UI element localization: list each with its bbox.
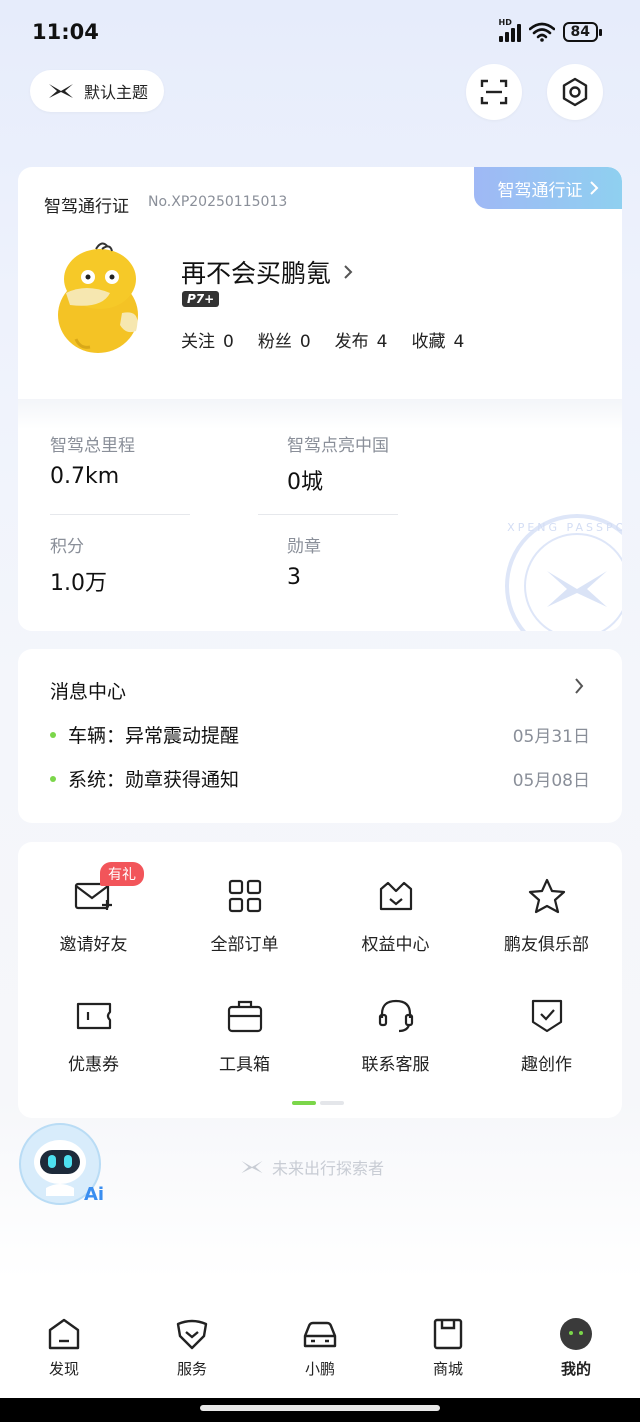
toolbox-button[interactable]: 工具箱 (169, 994, 320, 1075)
metric-cities[interactable]: 智驾点亮中国 0城 (287, 431, 389, 496)
page-indicator (292, 1101, 344, 1105)
services-grid-card: 邀请好友 全部订单 权益中心 鹏友俱乐部 有礼 优惠券 工具箱 联系客服 趣创作 (18, 842, 622, 1118)
nickname-link[interactable]: 再不会买鹏氪 (181, 254, 353, 290)
ai-label: Ai (84, 1184, 105, 1205)
invite-friends-button[interactable]: 邀请好友 (18, 874, 169, 955)
unread-dot (50, 731, 56, 738)
chevron-right-icon[interactable] (574, 677, 584, 695)
metric-points[interactable]: 积分 1.0万 (50, 532, 107, 597)
unread-dot (50, 775, 56, 782)
stat-posts[interactable]: 发布 4 (335, 327, 388, 352)
passport-stamp-icon: XPENG PASSPORT (505, 514, 622, 631)
grid-icon (223, 874, 267, 918)
all-orders-button[interactable]: 全部订单 (169, 874, 320, 955)
club-button[interactable]: 鹏友俱乐部 (471, 874, 622, 955)
avatar[interactable] (46, 239, 150, 357)
headset-icon (374, 994, 418, 1038)
passport-tab-label: 智驾通行证 (497, 180, 583, 201)
toolbox-icon (223, 994, 267, 1038)
status-time: 11:04 (32, 20, 99, 44)
metric-medals[interactable]: 勋章 3 (287, 532, 321, 590)
divider (50, 514, 190, 515)
tab-service[interactable]: 服务 (128, 1300, 256, 1390)
chevron-right-icon (589, 181, 598, 195)
metric-mileage[interactable]: 智驾总里程 0.7km (50, 431, 135, 489)
stat-fans[interactable]: 粉丝 0 (258, 327, 311, 352)
nickname: 再不会买鹏氪 (181, 259, 332, 288)
profile-avatar-icon (560, 1318, 592, 1350)
battery-indicator: 84 (562, 22, 603, 42)
settings-icon (562, 77, 588, 107)
tab-mine[interactable]: 我的 (512, 1300, 640, 1390)
discover-icon (48, 1318, 80, 1350)
create-shield-icon (525, 994, 569, 1038)
signal-icon: HD (498, 18, 521, 42)
status-indicators: HD 84 (498, 18, 603, 42)
customer-service-button[interactable]: 联系客服 (320, 994, 471, 1075)
benefits-center-button[interactable]: 权益中心 (320, 874, 471, 955)
chevron-right-icon (344, 265, 353, 279)
mall-icon (433, 1318, 463, 1350)
xpeng-logo-icon (241, 1160, 263, 1174)
service-icon (176, 1319, 208, 1350)
message-item[interactable]: 系统：勋章获得通知 05月08日 (50, 765, 590, 792)
theme-button[interactable]: 默认主题 (30, 70, 165, 112)
message-center-card[interactable]: 消息中心 车辆：异常震动提醒 05月31日 系统：勋章获得通知 05月08日 (18, 649, 622, 823)
stat-following[interactable]: 关注 0 (181, 327, 234, 352)
settings-button[interactable] (547, 64, 603, 120)
passport-number: No.XP20250115013 (148, 194, 288, 210)
tab-mall[interactable]: 商城 (384, 1300, 512, 1390)
message-center-title: 消息中心 (50, 681, 127, 703)
benefits-basket-icon (374, 874, 418, 918)
coupon-button[interactable]: 优惠券 (18, 994, 169, 1075)
ai-assistant-button[interactable]: Ai (18, 1122, 108, 1208)
scan-button[interactable] (466, 64, 522, 120)
slogan: 未来出行探索者 (240, 1155, 384, 1179)
gift-badge: 有礼 (100, 862, 144, 886)
scan-icon (480, 79, 508, 105)
xpeng-logo-icon (49, 84, 73, 98)
model-badge: P7+ (182, 291, 220, 307)
tab-discover[interactable]: 发现 (0, 1300, 128, 1390)
wifi-icon (528, 22, 555, 42)
home-indicator[interactable] (200, 1405, 440, 1411)
passport-title: 智驾通行证 (44, 197, 129, 217)
tab-xpeng[interactable]: 小鹏 (256, 1300, 384, 1390)
coupon-icon (72, 994, 116, 1038)
social-stats: 关注 0 粉丝 0 发布 4 收藏 4 (181, 327, 464, 352)
car-icon (303, 1321, 337, 1348)
theme-label: 默认主题 (84, 83, 149, 102)
stat-favorites[interactable]: 收藏 4 (411, 327, 464, 352)
bottom-tab-bar: 发现 服务 小鹏 商城 我的 (0, 1300, 640, 1390)
star-icon (525, 874, 569, 918)
divider (258, 514, 398, 515)
passport-tab-button[interactable]: 智驾通行证 (474, 167, 622, 209)
passport-card[interactable]: 智驾通行证 智驾通行证 No.XP20250115013 再不会买鹏氪 P7+ … (18, 167, 622, 631)
message-item[interactable]: 车辆：异常震动提醒 05月31日 (50, 721, 590, 748)
create-button[interactable]: 趣创作 (471, 994, 622, 1075)
svg-text:XPENG PASSPORT: XPENG PASSPORT (507, 521, 622, 534)
